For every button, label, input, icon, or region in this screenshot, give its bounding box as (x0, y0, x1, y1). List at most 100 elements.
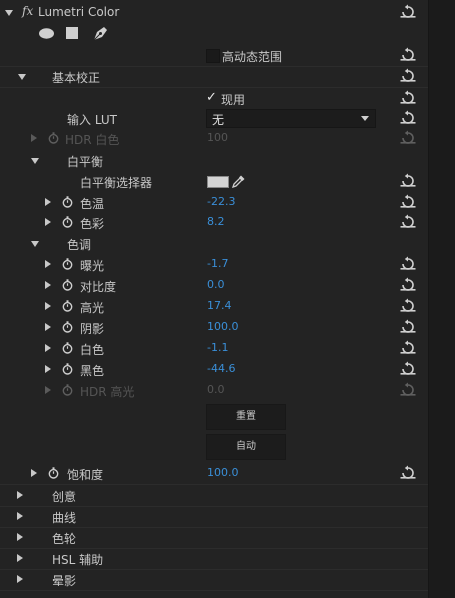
tone-expand-icon[interactable] (31, 241, 39, 247)
shadows-expand-icon[interactable] (45, 323, 51, 331)
exposure-label: 曝光 (80, 259, 105, 273)
hdr-specular-row: HDR 高光 0.0 (0, 380, 428, 401)
blacks-label: 黑色 (80, 364, 105, 378)
stopwatch-icon[interactable] (62, 300, 73, 312)
rectangle-mask-icon[interactable] (65, 26, 79, 40)
apply-row: ✓ 现用 (0, 88, 428, 109)
creative-expand-icon[interactable] (17, 491, 23, 499)
apply-label: 现用 (221, 93, 246, 107)
basic-correction-header[interactable]: 基本校正 (0, 66, 428, 88)
highlights-label: 高光 (80, 301, 105, 315)
section-curves[interactable]: 曲线 (0, 506, 428, 528)
tone-reset-button[interactable]: 重置 (206, 404, 286, 430)
stopwatch-icon[interactable] (62, 321, 73, 333)
pen-mask-icon[interactable] (92, 24, 110, 42)
color-wheels-title: 色轮 (52, 532, 77, 546)
white-balance-header[interactable]: 白平衡 (0, 150, 428, 171)
temperature-label: 色温 (80, 197, 105, 211)
stopwatch-icon[interactable] (62, 216, 73, 228)
reset-icon[interactable] (400, 68, 416, 84)
apply-checkbox[interactable]: ✓ (206, 90, 217, 105)
shadows-row: 阴影 100.0 (0, 317, 428, 338)
reset-icon[interactable] (400, 47, 416, 63)
whites-value[interactable]: -1.1 (207, 341, 228, 354)
wb-color-swatch[interactable] (207, 176, 229, 188)
reset-icon[interactable] (400, 214, 416, 230)
stopwatch-icon (48, 132, 59, 144)
stopwatch-icon[interactable] (62, 342, 73, 354)
reset-icon[interactable] (400, 465, 416, 481)
wb-selector-label: 白平衡选择器 (80, 176, 153, 190)
input-lut-row: 输入 LUT 无 (0, 108, 428, 129)
section-hsl[interactable]: HSL 辅助 (0, 548, 428, 570)
highlights-row: 高光 17.4 (0, 296, 428, 317)
hdr-white-value: 100 (207, 131, 228, 144)
reset-icon[interactable] (400, 110, 416, 126)
exposure-value[interactable]: -1.7 (207, 257, 228, 270)
ellipse-mask-icon[interactable] (38, 27, 55, 40)
basic-correction-expand-icon[interactable] (18, 74, 26, 80)
stopwatch-icon[interactable] (62, 196, 73, 208)
white-balance-expand-icon[interactable] (31, 158, 39, 164)
reset-icon[interactable] (400, 340, 416, 356)
panel-scroll-strip[interactable] (428, 0, 455, 598)
tint-row: 色彩 8.2 (0, 212, 428, 233)
chevron-down-icon (361, 116, 369, 121)
input-lut-value: 无 (212, 113, 225, 127)
reset-icon[interactable] (400, 319, 416, 335)
hdr-white-expand-icon (31, 134, 37, 142)
hdr-white-row: HDR 白色 100 (0, 128, 428, 149)
saturation-expand-icon[interactable] (31, 469, 37, 477)
reset-icon[interactable] (400, 298, 416, 314)
reset-icon[interactable] (400, 4, 416, 20)
reset-icon[interactable] (400, 277, 416, 293)
section-color-wheels[interactable]: 色轮 (0, 527, 428, 549)
contrast-expand-icon[interactable] (45, 281, 51, 289)
reset-icon (400, 382, 416, 398)
blacks-value[interactable]: -44.6 (207, 362, 235, 375)
input-lut-select[interactable]: 无 (206, 109, 376, 128)
highlights-expand-icon[interactable] (45, 302, 51, 310)
contrast-value[interactable]: 0.0 (207, 278, 225, 291)
temperature-expand-icon[interactable] (45, 198, 51, 206)
tint-expand-icon[interactable] (45, 218, 51, 226)
hdr-specular-label: HDR 高光 (80, 385, 135, 399)
reset-icon[interactable] (400, 90, 416, 106)
highlights-value[interactable]: 17.4 (207, 299, 232, 312)
stopwatch-icon[interactable] (62, 258, 73, 270)
whites-label: 白色 (80, 343, 105, 357)
tint-value[interactable]: 8.2 (207, 215, 225, 228)
stopwatch-icon[interactable] (62, 363, 73, 375)
temperature-row: 色温 -22.3 (0, 192, 428, 213)
saturation-value[interactable]: 100.0 (207, 466, 239, 479)
effect-collapse-icon[interactable] (5, 10, 13, 16)
saturation-label: 饱和度 (67, 468, 104, 482)
stopwatch-icon[interactable] (62, 279, 73, 291)
curves-expand-icon[interactable] (17, 512, 23, 520)
eyedropper-icon[interactable] (232, 174, 246, 188)
hdr-range-checkbox[interactable] (206, 49, 220, 63)
saturation-row: 饱和度 100.0 (0, 463, 428, 485)
blacks-expand-icon[interactable] (45, 365, 51, 373)
tone-auto-button[interactable]: 自动 (206, 434, 286, 460)
hsl-expand-icon[interactable] (17, 554, 23, 562)
hsl-title: HSL 辅助 (52, 553, 104, 567)
color-wheels-expand-icon[interactable] (17, 533, 23, 541)
temperature-value[interactable]: -22.3 (207, 195, 235, 208)
reset-icon[interactable] (400, 194, 416, 210)
stopwatch-icon[interactable] (48, 467, 59, 479)
reset-icon[interactable] (400, 173, 416, 189)
section-vignette[interactable]: 晕影 (0, 569, 428, 591)
reset-icon[interactable] (400, 256, 416, 272)
exposure-expand-icon[interactable] (45, 260, 51, 268)
whites-row: 白色 -1.1 (0, 338, 428, 359)
fx-badge[interactable]: fx (22, 4, 33, 18)
section-creative[interactable]: 创意 (0, 485, 428, 507)
tone-header[interactable]: 色调 (0, 233, 428, 254)
contrast-row: 对比度 0.0 (0, 275, 428, 296)
shadows-value[interactable]: 100.0 (207, 320, 239, 333)
reset-icon[interactable] (400, 361, 416, 377)
vignette-expand-icon[interactable] (17, 575, 23, 583)
stopwatch-icon (62, 384, 73, 396)
whites-expand-icon[interactable] (45, 344, 51, 352)
